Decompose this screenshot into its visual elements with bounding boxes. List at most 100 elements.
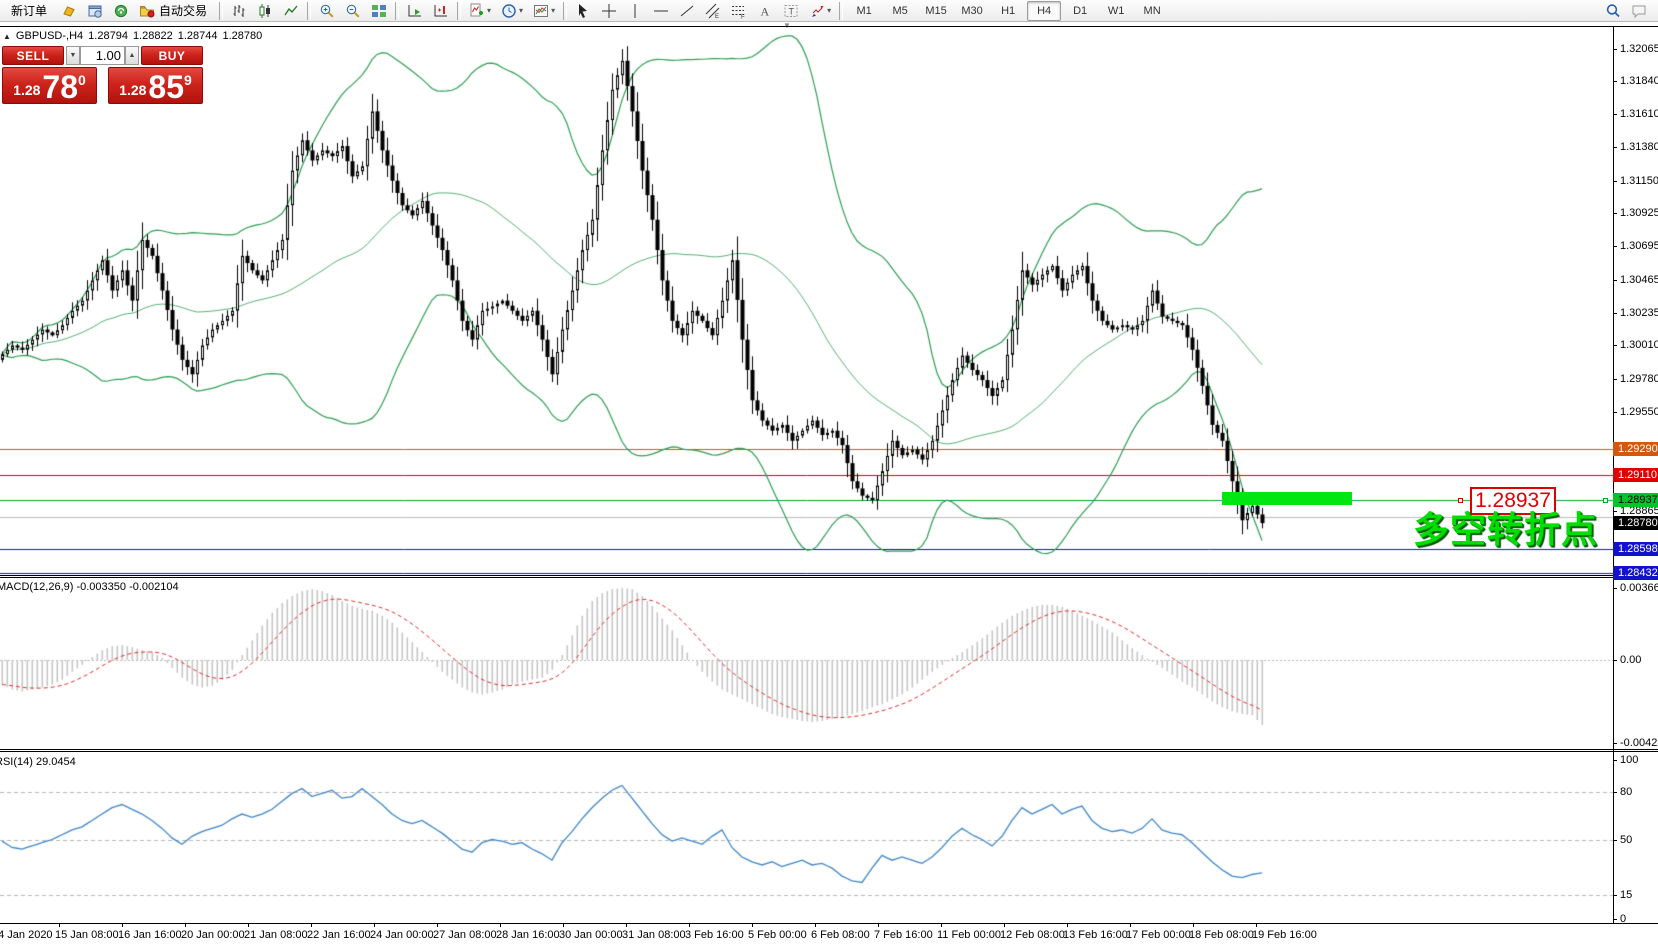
zoom-out-icon[interactable] (341, 0, 365, 22)
buy-price-pip: 9 (184, 72, 192, 88)
time-axis-label: 30 Jan 00:00 (559, 929, 623, 941)
chat-icon[interactable] (1627, 0, 1651, 22)
time-axis-label: 12 Feb 08:00 (1000, 929, 1065, 941)
time-axis-label: 3 Feb 16:00 (685, 929, 744, 941)
macd-label: MACD(12,26,9) -0.003350 -0.002104 (0, 581, 179, 593)
time-axis-label: 17 Feb 00:00 (1126, 929, 1191, 941)
templates-button[interactable]: ▾ (529, 0, 559, 22)
price-axis-tick (1613, 345, 1617, 346)
horizontal-line-button[interactable] (649, 0, 673, 22)
time-axis-tick (563, 924, 564, 927)
timeframe-m15-button[interactable]: M15 (919, 1, 953, 21)
sell-price-button[interactable]: 1.28 78 0 (2, 67, 97, 104)
mt4-window: { "toolbar": { "items": [ {"name":"new-o… (0, 0, 1658, 946)
volume-input[interactable]: 1.00 (80, 46, 125, 65)
price-axis-label: 1.30695 (1620, 240, 1658, 252)
toolbar-separator (563, 2, 567, 20)
highlight-rectangle[interactable] (1222, 492, 1352, 505)
market-watch-icon[interactable] (57, 0, 81, 22)
time-axis-label: 31 Jan 08:00 (622, 929, 686, 941)
price-badge: 1.29110 (1613, 468, 1658, 482)
price-axis-tick (1613, 147, 1617, 148)
time-axis-label: 13 Feb 16:00 (1063, 929, 1128, 941)
buy-price-button[interactable]: 1.28 85 9 (108, 67, 203, 104)
rsi-label: RSI(14) 29.0454 (0, 756, 76, 768)
volume-stepper: ▼ 1.00 ▲ (66, 46, 139, 65)
fibonacci-button[interactable]: F (727, 0, 751, 22)
price-badge: 1.28432 (1613, 566, 1658, 580)
symbol-period-label: GBPUSD-,H4 (16, 30, 83, 42)
timeframe-m30-button[interactable]: M30 (955, 1, 989, 21)
toolbar: 新订单自动交易▾▾▾EFAT▾M1M5M15M30H1H4D1W1MN (0, 0, 1658, 22)
macd-axis-label: 0.00 (1620, 654, 1641, 666)
line-chart-icon[interactable] (279, 0, 303, 22)
price-badge: 1.29290 (1613, 442, 1658, 456)
price-axis-tick (1613, 313, 1617, 314)
price-axis-label: 1.30010 (1620, 339, 1658, 351)
timeframe-d1-button[interactable]: D1 (1063, 1, 1097, 21)
price-axis-tick (1613, 379, 1617, 380)
main-price-chart[interactable] (0, 27, 1613, 576)
rsi-indicator-chart[interactable] (0, 753, 1613, 923)
text-label-button[interactable]: T (779, 0, 803, 22)
time-axis-tick (941, 924, 942, 927)
volume-up-button[interactable]: ▲ (125, 46, 139, 65)
chart-shift-icon[interactable] (429, 0, 453, 22)
trendline-button[interactable] (675, 0, 699, 22)
line-anchor[interactable] (1603, 498, 1608, 503)
bars-chart-icon[interactable] (227, 0, 251, 22)
timeframe-mn-button[interactable]: MN (1135, 1, 1169, 21)
volume-down-button[interactable]: ▼ (66, 46, 80, 65)
sell-price-pip: 0 (78, 72, 86, 88)
search-icon[interactable] (1601, 0, 1625, 22)
arrows-button[interactable]: ▾ (805, 0, 835, 22)
equidistant-channel-button[interactable]: E (701, 0, 725, 22)
time-axis-label: 11 Feb 00:00 (937, 929, 1001, 941)
time-axis-tick (1193, 924, 1194, 927)
cursor-button[interactable] (571, 0, 595, 22)
price-axis-tick (1613, 49, 1617, 50)
price-badge: 1.28937 (1613, 493, 1658, 507)
rsi-axis-label: 50 (1620, 834, 1632, 846)
time-axis-tick (1004, 924, 1005, 927)
periods-button[interactable]: ▾ (497, 0, 527, 22)
timeframe-m1-button[interactable]: M1 (847, 1, 881, 21)
candlestick-chart-icon[interactable] (253, 0, 277, 22)
navigator-icon[interactable] (83, 0, 107, 22)
timeframe-h1-button[interactable]: H1 (991, 1, 1025, 21)
tile-windows-icon[interactable] (367, 0, 391, 22)
time-axis-label: 15 Jan 08:00 (55, 929, 119, 941)
timeframe-m5-button[interactable]: M5 (883, 1, 917, 21)
svg-text:A: A (761, 4, 770, 18)
time-axis-label: 27 Jan 08:00 (433, 929, 497, 941)
terminal-icon[interactable] (109, 0, 133, 22)
rsi-axis-label: 15 (1620, 889, 1632, 901)
price-badge: 1.28598 (1613, 542, 1658, 556)
time-axis-tick (1130, 924, 1131, 927)
buy-button[interactable]: BUY (141, 46, 203, 65)
price-axis-label: 1.31380 (1620, 141, 1658, 153)
price-axis-tick (1613, 181, 1617, 182)
time-axis-tick (59, 924, 60, 927)
timeframe-h4-button[interactable]: H4 (1027, 1, 1061, 21)
text-button[interactable]: A (753, 0, 777, 22)
rsi-axis-tick (1613, 840, 1617, 841)
autotrading-button[interactable]: 自动交易 (135, 0, 215, 22)
sell-button[interactable]: SELL (2, 46, 64, 65)
crosshair-button[interactable] (597, 0, 621, 22)
price-axis-label: 1.32065 (1620, 43, 1658, 55)
svg-text:T: T (789, 6, 795, 16)
timeframe-w1-button[interactable]: W1 (1099, 1, 1133, 21)
time-axis-tick (437, 924, 438, 927)
new-order-button[interactable]: 新订单 (3, 0, 55, 22)
macd-indicator-chart[interactable] (0, 578, 1613, 751)
auto-scroll-icon[interactable] (403, 0, 427, 22)
vertical-line-button[interactable] (623, 0, 647, 22)
price-axis-tick (1613, 81, 1617, 82)
zoom-in-icon[interactable] (315, 0, 339, 22)
indicators-button[interactable]: ▾ (465, 0, 495, 22)
time-axis-tick (752, 924, 753, 927)
chinese-annotation-text[interactable]: 多空转折点 (1413, 501, 1598, 553)
one-click-collapse-icon[interactable]: ▲ (3, 32, 11, 41)
price-axis-tick (1613, 511, 1617, 512)
